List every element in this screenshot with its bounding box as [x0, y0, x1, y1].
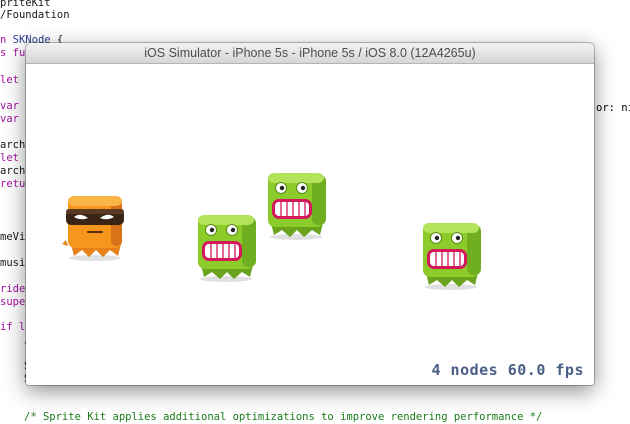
code-line: /Foundation [0, 9, 70, 21]
ninja-monster-sprite[interactable] [62, 190, 128, 262]
code-comment: /* Sprite Kit applies additional optimiz… [24, 411, 543, 423]
code-line: ride [0, 283, 26, 295]
green-monster-sprite[interactable] [264, 169, 332, 241]
node-fps-stats: 4 nodes 60.0 fps [431, 361, 584, 379]
green-monster-sprite[interactable] [419, 219, 487, 291]
window-titlebar[interactable]: iOS Simulator - iPhone 5s - iPhone 5s / … [26, 43, 594, 64]
code-keyword: n [0, 34, 13, 46]
ios-simulator-window[interactable]: iOS Simulator - iPhone 5s - iPhone 5s / … [26, 43, 594, 385]
green-monster-sprite[interactable] [194, 211, 262, 283]
code-line: or: ni [596, 102, 630, 114]
window-title: iOS Simulator - iPhone 5s - iPhone 5s / … [144, 46, 476, 60]
sprite-kit-scene[interactable]: 4 nodes 60.0 fps [26, 64, 594, 385]
